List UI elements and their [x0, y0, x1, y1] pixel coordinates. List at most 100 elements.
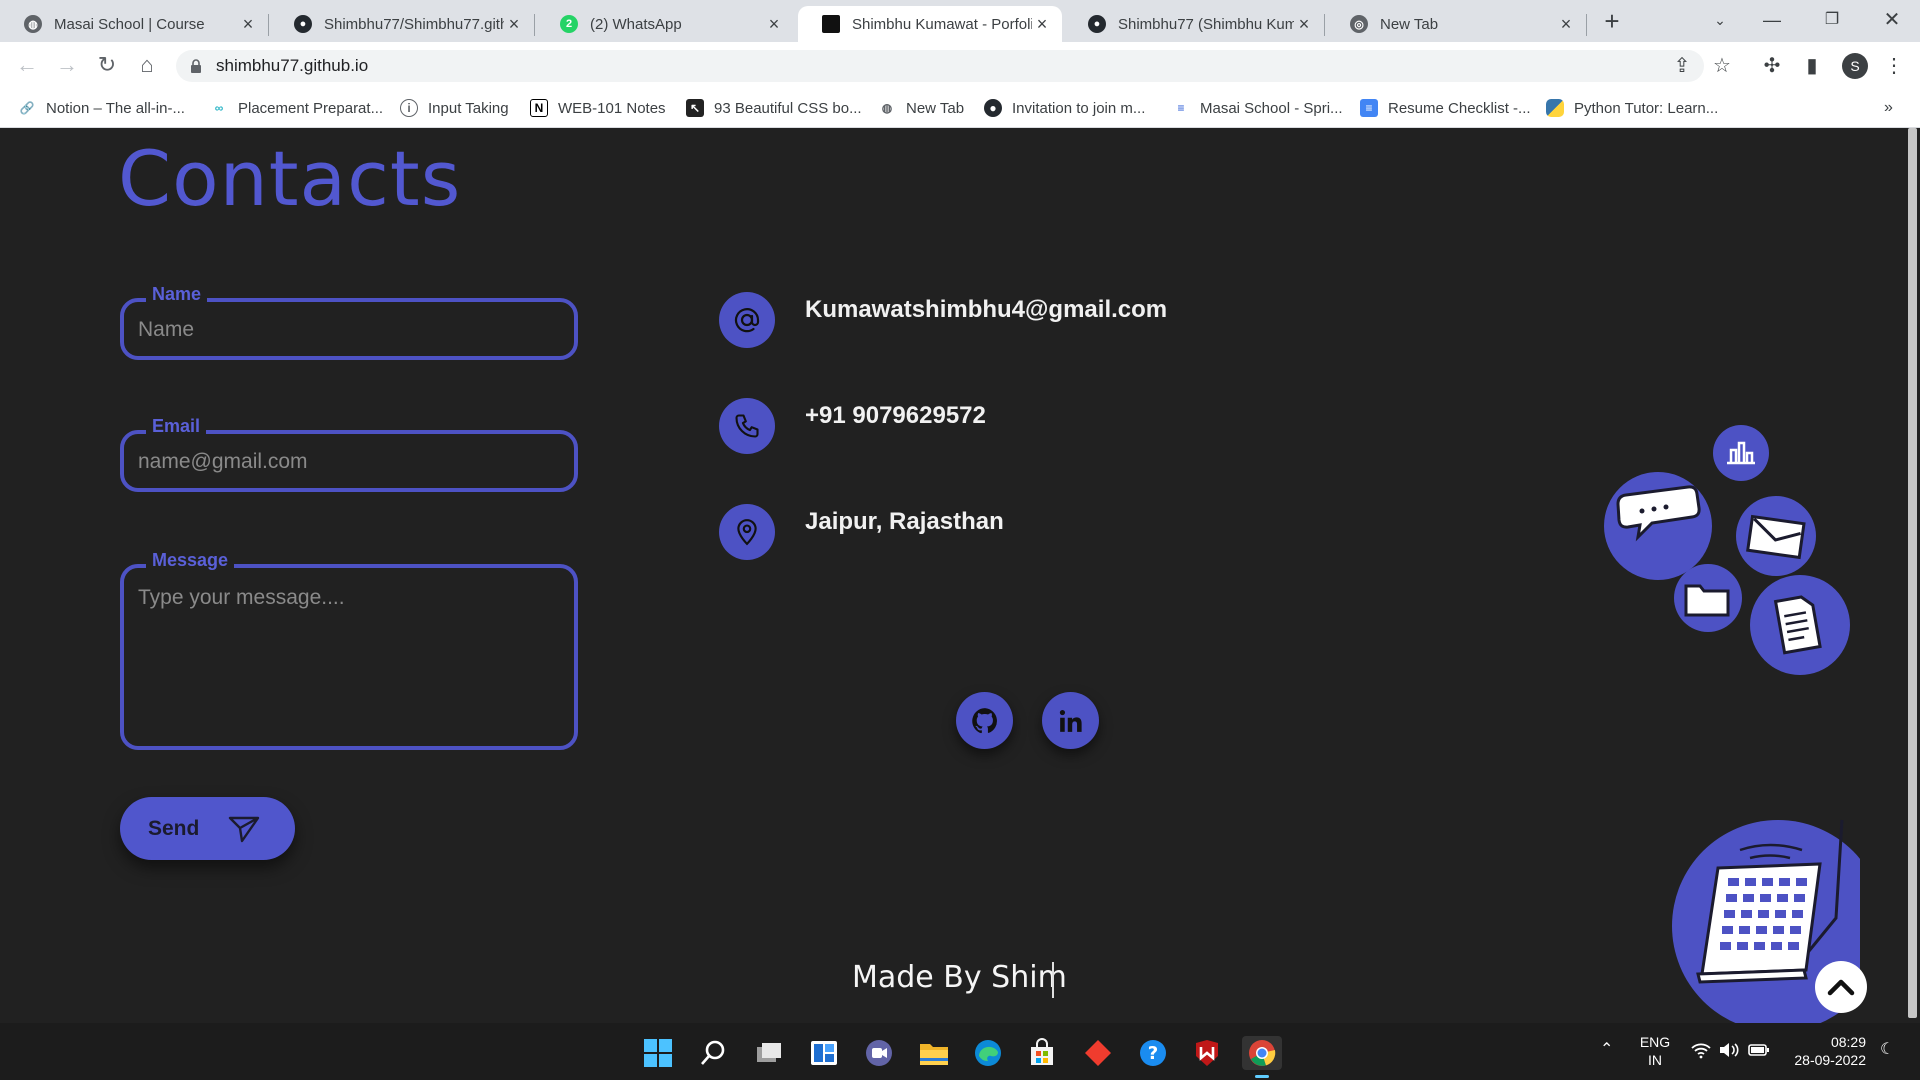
contact-email[interactable]: Kumawatshimbhu4@gmail.com: [805, 296, 1167, 324]
email-field[interactable]: Email name@gmail.com: [120, 416, 578, 492]
python-icon: [1546, 99, 1564, 117]
bookmark-placement[interactable]: ∞ Placement Preparat...: [210, 96, 383, 120]
bookmark-python-tutor[interactable]: Python Tutor: Learn...: [1546, 96, 1718, 120]
bookmark-input-taking[interactable]: i Input Taking: [400, 96, 509, 120]
scrollbar-thumb[interactable]: [1908, 128, 1917, 1018]
name-field[interactable]: Name Name: [120, 284, 578, 360]
bookmark-label: Python Tutor: Learn...: [1574, 99, 1719, 117]
bookmark-resume[interactable]: ≡ Resume Checklist -...: [1360, 96, 1531, 120]
bookmark-label: New Tab: [906, 99, 965, 117]
close-icon[interactable]: ×: [238, 14, 258, 35]
wifi-icon[interactable]: [1690, 1041, 1712, 1063]
scroll-to-top-button[interactable]: [1815, 961, 1867, 1013]
reload-button[interactable]: ↻: [92, 50, 122, 80]
send-label: Send: [148, 816, 200, 840]
address-bar[interactable]: shimbhu77.github.io: [176, 50, 1704, 82]
bookmark-label: Invitation to join m...: [1012, 99, 1146, 117]
close-icon[interactable]: ×: [1032, 14, 1052, 35]
github-social-button[interactable]: [956, 692, 1013, 749]
github-icon: ●: [294, 15, 312, 33]
close-icon[interactable]: ×: [1556, 14, 1576, 35]
do-not-disturb-icon[interactable]: ☾: [1880, 1041, 1894, 1059]
footer-text: Made By Shim: [852, 960, 1067, 995]
url-text: shimbhu77.github.io: [216, 56, 369, 75]
linkedin-icon: [1059, 709, 1082, 732]
bookmark-star-icon[interactable]: ☆: [1708, 52, 1736, 80]
clock[interactable]: 08:29 28-09-2022: [1784, 1033, 1866, 1069]
bookmark-label: Masai School - Spri...: [1200, 99, 1343, 117]
teams-chat-icon[interactable]: [862, 1036, 896, 1070]
back-button[interactable]: ←: [12, 50, 42, 80]
edge-icon[interactable]: [971, 1036, 1005, 1070]
language-code: ENG: [1639, 1034, 1671, 1050]
minimize-button[interactable]: —: [1752, 4, 1792, 36]
menu-kebab-icon[interactable]: ⋮: [1880, 52, 1908, 80]
tab-divider: [268, 14, 269, 36]
new-tab-button[interactable]: +: [1598, 8, 1626, 36]
close-icon[interactable]: ×: [1294, 14, 1314, 35]
tab-divider: [534, 14, 535, 36]
paper-plane-icon: [228, 816, 260, 843]
contact-illustration: [1604, 425, 1860, 1032]
share-icon[interactable]: ⇪: [1668, 52, 1696, 80]
restore-button[interactable]: ❐: [1812, 4, 1852, 36]
bookmark-css[interactable]: ↖ 93 Beautiful CSS bo...: [686, 96, 862, 120]
battery-icon[interactable]: [1748, 1043, 1770, 1061]
tab-label: (2) WhatsApp: [590, 15, 682, 33]
tab-github-profile[interactable]: ● Shimbhu77 (Shimbhu Kuma ×: [1064, 6, 1324, 42]
bookmark-invitation[interactable]: ● Invitation to join m...: [984, 96, 1145, 120]
location-pin-icon: [719, 504, 775, 560]
github-icon: [971, 707, 997, 733]
email-placeholder: name@gmail.com: [138, 450, 308, 473]
message-textarea[interactable]: Message Type your message....: [120, 550, 578, 750]
notion-icon: N: [530, 99, 548, 117]
home-button[interactable]: ⌂: [132, 50, 162, 80]
tab-divider: [1324, 14, 1325, 36]
search-icon[interactable]: [696, 1036, 730, 1070]
window-close-button[interactable]: ✕: [1872, 4, 1912, 36]
tab-masai[interactable]: ◍ Masai School | Course ×: [0, 6, 268, 42]
bookmark-new-tab[interactable]: ◍ New Tab: [878, 96, 964, 120]
contact-phone[interactable]: +91 9079629572: [805, 402, 986, 430]
close-icon[interactable]: ×: [764, 14, 784, 35]
file-explorer-icon[interactable]: [917, 1036, 951, 1070]
git-icon[interactable]: [1081, 1036, 1115, 1070]
store-icon[interactable]: [1025, 1036, 1059, 1070]
browser-toolbar: ← → ↻ ⌂ shimbhu77.github.io ⇪ ☆ ✣ ▮ ⋮: [0, 42, 1920, 88]
tab-whatsapp[interactable]: 2 (2) WhatsApp ×: [536, 6, 794, 42]
mcafee-icon[interactable]: [1190, 1036, 1224, 1070]
side-panel-icon[interactable]: ▮: [1798, 52, 1826, 80]
chrome-icon[interactable]: [1242, 1036, 1282, 1070]
tab-search-icon[interactable]: ⌄: [1700, 4, 1740, 36]
widgets-icon[interactable]: [807, 1036, 841, 1070]
infinity-icon: ∞: [214, 101, 224, 115]
tab-label: Shimbhu Kumawat - Porfoli: [852, 15, 1032, 33]
send-button[interactable]: Send: [120, 797, 295, 860]
bookmarks-overflow-button[interactable]: »: [1884, 96, 1893, 120]
chrome-icon: ◎: [1350, 15, 1368, 33]
tab-label: Shimbhu77/Shimbhu77.gith: [324, 15, 504, 33]
close-icon[interactable]: ×: [504, 14, 524, 35]
tab-github-repo[interactable]: ● Shimbhu77/Shimbhu77.gith ×: [270, 6, 534, 42]
profile-avatar[interactable]: S: [1842, 53, 1868, 79]
tab-new-tab[interactable]: ◎ New Tab ×: [1326, 6, 1586, 42]
extensions-icon[interactable]: ✣: [1758, 52, 1786, 80]
volume-icon[interactable]: [1718, 1041, 1740, 1063]
linkedin-social-button[interactable]: [1042, 692, 1099, 749]
bookmark-masai[interactable]: ≡ Masai School - Spri...: [1172, 96, 1343, 120]
forward-button[interactable]: →: [52, 50, 82, 80]
cursor-icon: ↖: [686, 99, 704, 117]
phone-icon: [719, 398, 775, 454]
bookmark-notion[interactable]: 🔗 Notion – The all-in-...: [18, 96, 185, 120]
chevron-up-icon[interactable]: ⌃: [1600, 1041, 1613, 1059]
page-scrollbar[interactable]: [1905, 128, 1920, 1023]
bookmark-web101[interactable]: N WEB-101 Notes: [530, 96, 666, 120]
github-icon: ●: [984, 99, 1002, 117]
task-view-icon[interactable]: [752, 1036, 786, 1070]
help-icon[interactable]: ?: [1136, 1036, 1170, 1070]
language-indicator[interactable]: ENG IN: [1638, 1033, 1672, 1069]
tab-portfolio[interactable]: Shimbhu Kumawat - Porfoli ×: [798, 6, 1062, 42]
typing-cursor: [1052, 962, 1054, 998]
bookmark-label: 93 Beautiful CSS bo...: [714, 99, 862, 117]
windows-start-icon[interactable]: [641, 1036, 675, 1070]
